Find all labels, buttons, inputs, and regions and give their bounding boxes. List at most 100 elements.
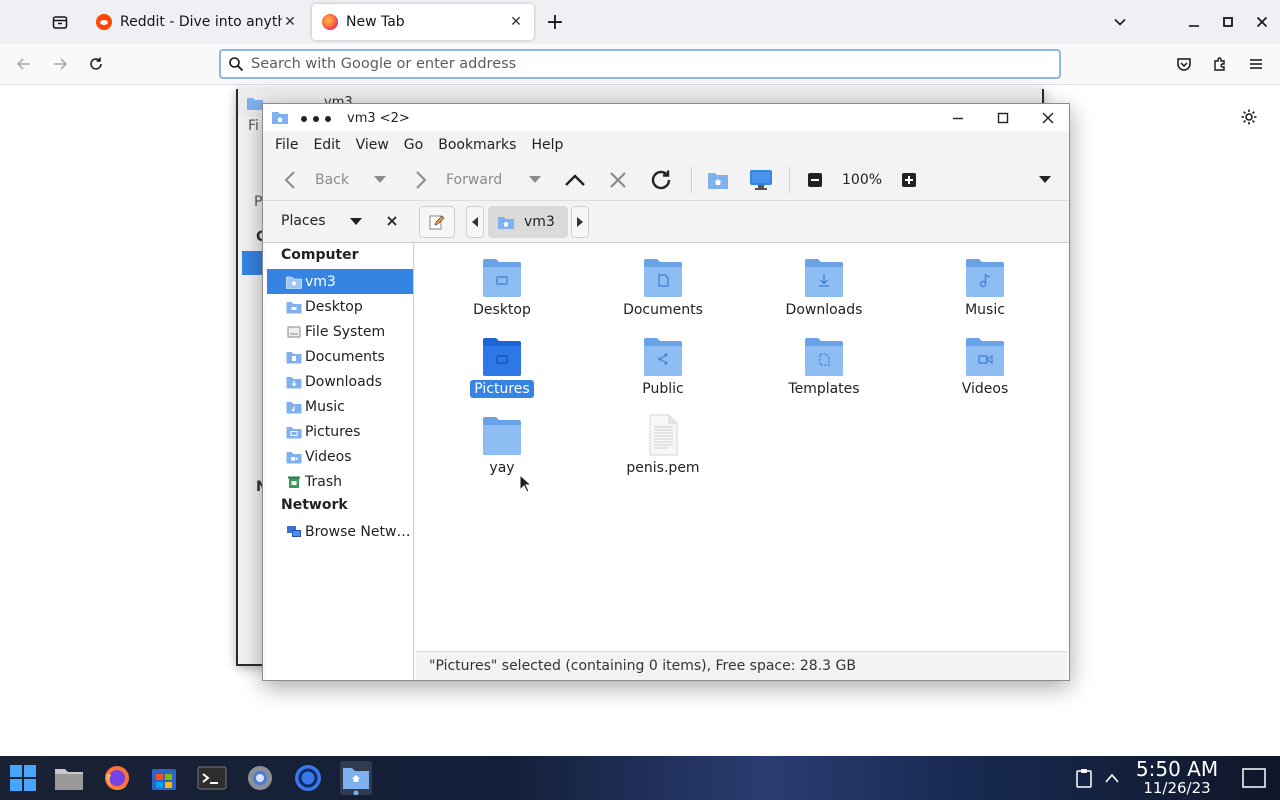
back-button[interactable]: Back: [283, 159, 349, 201]
toolbar-separator: [789, 167, 790, 193]
reload-button[interactable]: [649, 159, 673, 201]
file-item-music[interactable]: Music: [920, 255, 1050, 319]
downloads-folder-icon: [805, 259, 843, 297]
computer-button[interactable]: [749, 159, 773, 201]
maximize-window-icon[interactable]: [993, 108, 1013, 128]
store-icon[interactable]: [148, 762, 180, 794]
window-titlebar[interactable]: vm3 <2>: [263, 104, 1069, 131]
taskbar: 5:50 AM 11/26/23: [0, 756, 1280, 800]
sidebar-item-label: Trash: [305, 473, 342, 490]
close-window-icon[interactable]: [1248, 8, 1276, 36]
new-tab-plus-icon[interactable]: +: [541, 8, 569, 36]
text-file-icon: [649, 414, 678, 456]
firefox-icon[interactable]: [101, 762, 133, 794]
file-manager-icon[interactable]: [340, 761, 372, 795]
system-tray-chevron-up-icon[interactable]: [1096, 762, 1128, 794]
dropdown-arrow-icon[interactable]: [350, 218, 362, 226]
sidebar-item-vm3[interactable]: vm3: [267, 269, 413, 294]
maximize-window-icon[interactable]: [1214, 8, 1242, 36]
menu-bookmarks[interactable]: Bookmarks: [438, 137, 516, 153]
sidebar-item-music[interactable]: Music: [267, 394, 413, 419]
minimize-window-icon[interactable]: [948, 108, 968, 128]
toolbar: Back Forward 100%: [263, 159, 1069, 201]
forward-button[interactable]: Forward: [414, 159, 502, 201]
menu-help[interactable]: Help: [531, 137, 563, 153]
breadcrumb-vm3[interactable]: vm3: [488, 206, 568, 238]
file-item-pictures[interactable]: Pictures: [437, 334, 567, 398]
minimize-window-icon[interactable]: [1180, 8, 1208, 36]
tab-new-tab[interactable]: New Tab ✕: [312, 4, 534, 40]
menu-edit[interactable]: Edit: [313, 137, 340, 153]
terminal-icon[interactable]: [196, 762, 228, 794]
sidebar-item-desktop[interactable]: Desktop: [267, 294, 413, 319]
file-manager-window[interactable]: vm3 <2> File Edit View Go Bookmarks Help…: [262, 103, 1070, 681]
trash-icon: [288, 476, 300, 488]
toggle-location-entry-button[interactable]: [419, 206, 455, 238]
file-item-label: Public: [642, 381, 684, 397]
tab-label: New Tab: [346, 14, 405, 30]
clock-time: 5:50 AM: [1135, 757, 1219, 781]
public-folder-icon: [644, 338, 682, 376]
settings-icon[interactable]: [244, 762, 276, 794]
menu-go[interactable]: Go: [404, 137, 423, 153]
file-item-videos[interactable]: Videos: [920, 334, 1050, 398]
forward-history-dropdown[interactable]: [529, 159, 541, 201]
close-tab-icon[interactable]: ✕: [282, 14, 298, 30]
zoom-out-button[interactable]: [808, 159, 822, 201]
browser-icon[interactable]: [292, 762, 324, 794]
sidebar-item-videos[interactable]: Videos: [267, 444, 413, 469]
file-item-downloads[interactable]: Downloads: [759, 255, 889, 319]
show-desktop-icon[interactable]: [1238, 762, 1270, 794]
extensions-icon[interactable]: [1206, 50, 1234, 78]
videos-folder-icon: [966, 338, 1004, 376]
file-item-label: Videos: [961, 381, 1009, 397]
list-tabs-chevron-icon[interactable]: [1106, 8, 1134, 36]
file-item-penis-pem[interactable]: penis.pem: [598, 413, 728, 477]
sidebar-item-pictures[interactable]: Pictures: [267, 419, 413, 444]
browser-nav-bar: Search with Google or enter address: [0, 44, 1280, 85]
close-window-icon[interactable]: [1038, 108, 1058, 128]
hamburger-menu-icon[interactable]: [1242, 50, 1270, 78]
files-icon[interactable]: [53, 762, 85, 794]
file-icon-view[interactable]: Desktop Documents Downloads Music Pictur…: [416, 243, 1067, 651]
toolbar-overflow-dropdown[interactable]: [1039, 159, 1051, 201]
sidebar-item-browse-network[interactable]: Browse Netw…: [267, 519, 413, 544]
sidebar-places-selector[interactable]: Places: [281, 213, 326, 229]
zoom-in-button[interactable]: [902, 159, 916, 201]
file-item-desktop[interactable]: Desktop: [437, 255, 567, 319]
reload-icon[interactable]: [82, 50, 110, 78]
file-item-public[interactable]: Public: [598, 334, 728, 398]
menu-view[interactable]: View: [356, 137, 389, 153]
forward-arrow-icon[interactable]: [46, 50, 74, 78]
firefox-view-icon[interactable]: [46, 8, 74, 36]
up-button[interactable]: [564, 159, 586, 201]
pocket-icon[interactable]: [1170, 50, 1198, 78]
firefox-icon: [322, 14, 338, 30]
menu-bar: File Edit View Go Bookmarks Help: [263, 131, 1069, 159]
sidebar-item-label: Desktop: [305, 298, 363, 315]
close-tab-icon[interactable]: ✕: [508, 14, 524, 30]
sidebar-item-downloads[interactable]: Downloads: [267, 369, 413, 394]
clock[interactable]: 5:50 AM 11/26/23: [1132, 758, 1222, 797]
url-bar[interactable]: Search with Google or enter address: [219, 49, 1061, 79]
back-history-dropdown[interactable]: [374, 159, 386, 201]
close-sidebar-icon[interactable]: [387, 216, 397, 226]
gear-icon[interactable]: [1237, 105, 1261, 129]
file-item-documents[interactable]: Documents: [598, 255, 728, 319]
window-menu-dots-icon[interactable]: [300, 115, 334, 123]
start-menu-icon[interactable]: [7, 762, 39, 794]
breadcrumb-scroll-right[interactable]: [571, 206, 589, 238]
stop-button[interactable]: [609, 159, 627, 201]
home-button[interactable]: [707, 159, 729, 201]
back-arrow-icon[interactable]: [10, 50, 38, 78]
sidebar-item-documents[interactable]: Documents: [267, 344, 413, 369]
tab-reddit[interactable]: Reddit - Dive into anything ✕: [86, 4, 308, 40]
file-item-yay[interactable]: yay: [437, 413, 567, 477]
chevron-right-icon: [416, 171, 427, 189]
sidebar-item-trash[interactable]: Trash: [267, 469, 413, 494]
music-folder-icon: [966, 259, 1004, 297]
file-item-templates[interactable]: Templates: [759, 334, 889, 398]
menu-file[interactable]: File: [275, 137, 298, 153]
sidebar-item-file-system[interactable]: File System: [267, 319, 413, 344]
breadcrumb-scroll-left[interactable]: [466, 206, 484, 238]
